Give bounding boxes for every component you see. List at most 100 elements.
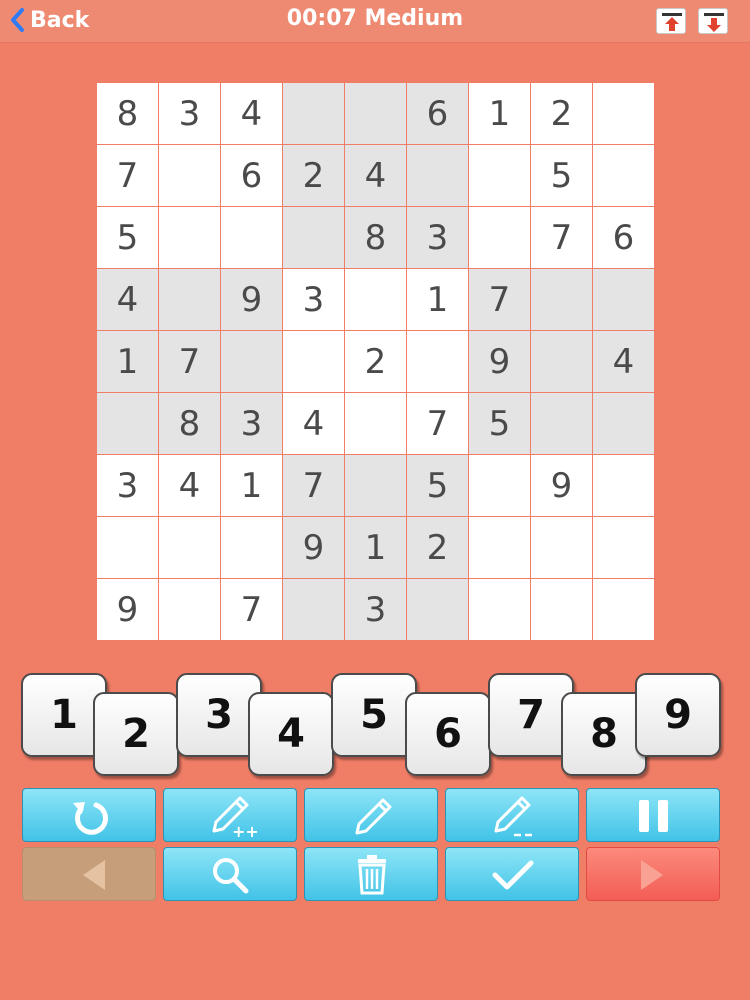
grid-cell-r9-c7[interactable] (469, 579, 530, 640)
grid-cell-r3-c9[interactable]: 6 (593, 207, 654, 268)
grid-cell-r6-c1[interactable] (97, 393, 158, 454)
grid-cell-r5-c5[interactable]: 2 (345, 331, 406, 392)
grid-cell-r1-c7[interactable]: 1 (469, 83, 530, 144)
grid-cell-r5-c3[interactable] (221, 331, 282, 392)
grid-cell-r6-c7[interactable]: 5 (469, 393, 530, 454)
number-key-9[interactable]: 9 (635, 673, 721, 757)
grid-cell-r2-c1[interactable]: 7 (97, 145, 158, 206)
grid-cell-r8-c6[interactable]: 2 (407, 517, 468, 578)
grid-cell-r7-c1[interactable]: 3 (97, 455, 158, 516)
grid-cell-r8-c4[interactable]: 9 (283, 517, 344, 578)
grid-cell-r7-c6[interactable]: 5 (407, 455, 468, 516)
grid-cell-r9-c9[interactable] (593, 579, 654, 640)
grid-cell-r1-c1[interactable]: 8 (97, 83, 158, 144)
grid-cell-r8-c3[interactable] (221, 517, 282, 578)
grid-cell-r6-c9[interactable] (593, 393, 654, 454)
grid-cell-r3-c1[interactable]: 5 (97, 207, 158, 268)
grid-cell-r1-c8[interactable]: 2 (531, 83, 592, 144)
grid-cell-r2-c7[interactable] (469, 145, 530, 206)
grid-cell-r4-c3[interactable]: 9 (221, 269, 282, 330)
download-button[interactable] (698, 8, 728, 34)
grid-cell-r9-c5[interactable]: 3 (345, 579, 406, 640)
grid-cell-r9-c6[interactable] (407, 579, 468, 640)
grid-cell-r4-c2[interactable] (159, 269, 220, 330)
grid-cell-r4-c8[interactable] (531, 269, 592, 330)
grid-cell-r2-c9[interactable] (593, 145, 654, 206)
grid-cell-r4-c5[interactable] (345, 269, 406, 330)
grid-cell-r6-c4[interactable]: 4 (283, 393, 344, 454)
trash-button[interactable] (304, 847, 438, 901)
grid-cell-r4-c7[interactable]: 7 (469, 269, 530, 330)
pencil-minus-button[interactable] (445, 788, 579, 842)
grid-cell-r3-c8[interactable]: 7 (531, 207, 592, 268)
grid-cell-r5-c4[interactable] (283, 331, 344, 392)
grid-cell-r4-c9[interactable] (593, 269, 654, 330)
grid-cell-r5-c7[interactable]: 9 (469, 331, 530, 392)
grid-cell-r1-c5[interactable] (345, 83, 406, 144)
grid-cell-r5-c8[interactable] (531, 331, 592, 392)
grid-cell-r4-c6[interactable]: 1 (407, 269, 468, 330)
previous-button[interactable] (22, 847, 156, 901)
grid-cell-r3-c3[interactable] (221, 207, 282, 268)
pencil-plus-button[interactable]: ++ (163, 788, 297, 842)
grid-cell-r8-c8[interactable] (531, 517, 592, 578)
grid-cell-r1-c3[interactable]: 4 (221, 83, 282, 144)
grid-cell-r5-c1[interactable]: 1 (97, 331, 158, 392)
grid-cell-r8-c9[interactable] (593, 517, 654, 578)
grid-cell-r3-c5[interactable]: 8 (345, 207, 406, 268)
grid-cell-r8-c5[interactable]: 1 (345, 517, 406, 578)
number-key-2[interactable]: 2 (93, 692, 179, 776)
pencil-button[interactable] (304, 788, 438, 842)
grid-cell-r1-c6[interactable]: 6 (407, 83, 468, 144)
upload-button[interactable] (656, 8, 686, 34)
grid-cell-r1-c9[interactable] (593, 83, 654, 144)
grid-cell-r7-c3[interactable]: 1 (221, 455, 282, 516)
grid-cell-r8-c2[interactable] (159, 517, 220, 578)
grid-cell-r6-c6[interactable]: 7 (407, 393, 468, 454)
grid-cell-r7-c7[interactable] (469, 455, 530, 516)
grid-cell-r9-c8[interactable] (531, 579, 592, 640)
grid-cell-r7-c2[interactable]: 4 (159, 455, 220, 516)
grid-cell-r7-c8[interactable]: 9 (531, 455, 592, 516)
grid-cell-r3-c2[interactable] (159, 207, 220, 268)
next-button[interactable] (586, 847, 720, 901)
grid-cell-r2-c5[interactable]: 4 (345, 145, 406, 206)
upload-icon (662, 13, 682, 31)
grid-cell-r2-c2[interactable] (159, 145, 220, 206)
grid-cell-r3-c4[interactable] (283, 207, 344, 268)
grid-cell-r2-c6[interactable] (407, 145, 468, 206)
grid-cell-r6-c2[interactable]: 8 (159, 393, 220, 454)
grid-cell-r9-c2[interactable] (159, 579, 220, 640)
grid-cell-r9-c1[interactable]: 9 (97, 579, 158, 640)
grid-cell-r2-c3[interactable]: 6 (221, 145, 282, 206)
check-icon (492, 860, 534, 890)
grid-cell-r7-c5[interactable] (345, 455, 406, 516)
grid-cell-r9-c3[interactable]: 7 (221, 579, 282, 640)
grid-cell-r5-c2[interactable]: 7 (159, 331, 220, 392)
grid-cell-r9-c4[interactable] (283, 579, 344, 640)
number-key-6[interactable]: 6 (405, 692, 491, 776)
check-button[interactable] (445, 847, 579, 901)
grid-cell-r7-c9[interactable] (593, 455, 654, 516)
grid-cell-r6-c3[interactable]: 3 (221, 393, 282, 454)
pause-button[interactable] (586, 788, 720, 842)
grid-cell-r8-c1[interactable] (97, 517, 158, 578)
grid-cell-r1-c2[interactable]: 3 (159, 83, 220, 144)
grid-cell-r8-c7[interactable] (469, 517, 530, 578)
grid-cell-r5-c9[interactable]: 4 (593, 331, 654, 392)
grid-cell-r5-c6[interactable] (407, 331, 468, 392)
search-button[interactable] (163, 847, 297, 901)
restart-button[interactable] (22, 788, 156, 842)
grid-cell-r6-c5[interactable] (345, 393, 406, 454)
grid-cell-r7-c4[interactable]: 7 (283, 455, 344, 516)
grid-cell-r3-c7[interactable] (469, 207, 530, 268)
grid-cell-r2-c8[interactable]: 5 (531, 145, 592, 206)
number-key-4[interactable]: 4 (248, 692, 334, 776)
grid-cell-r3-c6[interactable]: 3 (407, 207, 468, 268)
grid-cell-r1-c4[interactable] (283, 83, 344, 144)
grid-cell-r2-c4[interactable]: 2 (283, 145, 344, 206)
grid-cell-r4-c1[interactable]: 4 (97, 269, 158, 330)
grid-cell-r4-c4[interactable]: 3 (283, 269, 344, 330)
pause-icon (639, 800, 668, 832)
grid-cell-r6-c8[interactable] (531, 393, 592, 454)
